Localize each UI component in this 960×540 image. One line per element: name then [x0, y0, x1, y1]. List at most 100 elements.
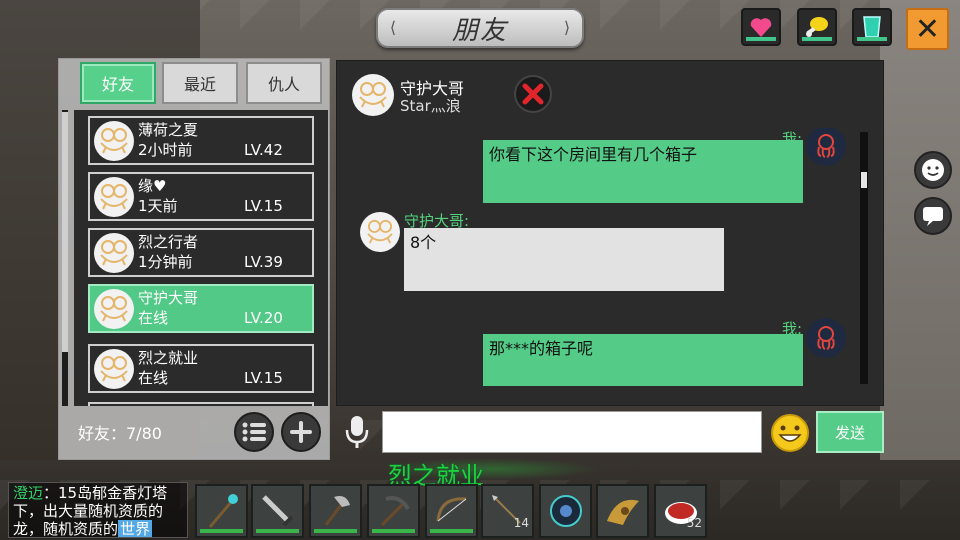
friend-last-seen: 1分钟前: [138, 253, 193, 271]
partner-avatar: [360, 212, 400, 252]
octopus-icon: [817, 326, 835, 350]
send-button[interactable]: 发送: [816, 411, 884, 453]
frog-avatar-icon: [100, 184, 128, 210]
hunger-bar: [802, 37, 832, 41]
message-bubble-mine: 你看下这个房间里有几个箱子: [483, 140, 803, 203]
title-plate: ⟨ 朋友 ⟩: [376, 8, 584, 48]
message-bubble-mine: 那***的箱子呢: [483, 334, 803, 386]
plus-icon: [290, 421, 312, 443]
friend-item[interactable]: 薄荷之夏 2小时前 LV.42: [88, 116, 314, 165]
tab-recent[interactable]: 最近: [162, 62, 238, 104]
friend-count: 好友：7/80: [78, 424, 162, 443]
hotbar-slot[interactable]: 52: [654, 484, 707, 538]
message-input[interactable]: [382, 411, 762, 453]
durability-bar: [372, 529, 415, 533]
hotbar-slot[interactable]: 14: [481, 484, 534, 538]
microphone-icon: [345, 416, 369, 448]
ornament-left-icon: ⟨: [389, 18, 397, 37]
my-avatar: [806, 318, 846, 358]
ornament-right-icon: ⟩: [563, 18, 571, 37]
friend-last-seen: 2小时前: [138, 141, 193, 159]
orb-icon: [549, 495, 582, 527]
friend-name: 守护大哥: [138, 289, 199, 307]
friend-last-seen: 在线: [138, 369, 169, 387]
world-chat-box[interactable]: 澄迈：15岛郁金香灯塔下，出大量随机资质的龙，随机资质的 世界: [8, 482, 188, 538]
friend-list-menu-button[interactable]: [234, 412, 274, 452]
frog-avatar-icon: [100, 296, 128, 322]
list-icon: [242, 422, 266, 442]
avatar: [94, 349, 134, 389]
page-title: 朋友: [451, 15, 508, 46]
cup-icon: [863, 16, 881, 38]
thirst-bar: [857, 37, 887, 41]
tab-enemies[interactable]: 仇人: [246, 62, 322, 104]
expression-button[interactable]: [914, 151, 952, 189]
health-button[interactable]: [741, 8, 781, 46]
friend-level: LV.20: [244, 309, 283, 327]
drumstick-icon: [806, 17, 828, 37]
face-icon: [922, 159, 944, 181]
tab-friends[interactable]: 好友: [80, 62, 156, 104]
frog-avatar-icon: [100, 356, 128, 382]
speech-bubble-icon: [923, 207, 943, 226]
friend-level: LV.15: [244, 369, 283, 387]
voice-button[interactable]: [344, 412, 370, 452]
sword-icon: [261, 495, 293, 527]
hotbar-slot[interactable]: [309, 484, 362, 538]
friend-level: LV.39: [244, 253, 283, 271]
hotbar-slot-selected[interactable]: [251, 484, 304, 538]
durability-bar: [200, 529, 243, 533]
chat-partner-avatar: [352, 74, 394, 116]
chat-bubble-button[interactable]: [914, 197, 952, 235]
item-quantity: 52: [686, 516, 702, 530]
bow-icon: [436, 497, 466, 522]
friend-name: 缘♥: [138, 177, 167, 195]
friend-item-selected[interactable]: 守护大哥 在线 LV.20: [88, 284, 314, 333]
news-sender: 澄迈: [13, 484, 44, 502]
add-friend-button[interactable]: [281, 412, 321, 452]
chat-messages: 我: 你看下这个房间里有几个箱子 守护大哥: 8个 我: 那***的箱子呢: [340, 128, 866, 386]
my-avatar: [806, 128, 846, 166]
friend-item[interactable]: 缘♥ 1天前 LV.15: [88, 172, 314, 221]
avatar: [94, 121, 134, 161]
frog-avatar-icon: [100, 240, 128, 266]
emoji-button[interactable]: [770, 413, 810, 453]
axe-icon: [324, 496, 350, 526]
friend-item-partial[interactable]: [88, 402, 314, 406]
message-bubble-theirs: 8个: [404, 228, 724, 291]
hotbar-slot[interactable]: [367, 484, 420, 538]
health-bar: [746, 37, 776, 41]
friends-scroll-thumb[interactable]: [62, 112, 68, 352]
thirst-button[interactable]: [852, 8, 892, 46]
close-button[interactable]: ✕: [906, 8, 949, 50]
remove-friend-button[interactable]: [514, 75, 552, 113]
friend-item[interactable]: 烈之行者 1分钟前 LV.39: [88, 228, 314, 277]
friend-item[interactable]: 烈之就业 在线 LV.15: [88, 344, 314, 393]
pickaxe-icon: [380, 496, 410, 527]
item-quantity: 14: [513, 516, 529, 530]
hotbar-slot[interactable]: [596, 484, 649, 538]
friend-name: 烈之就业: [138, 349, 199, 367]
frog-avatar-icon: [367, 219, 393, 244]
friend-last-seen: 在线: [138, 309, 169, 327]
hotbar-slot[interactable]: [539, 484, 592, 538]
durability-bar: [314, 529, 357, 533]
friends-list: 薄荷之夏 2小时前 LV.42 缘♥ 1天前 LV.15 烈之行者 1分钟前 L…: [74, 110, 328, 406]
frog-avatar-icon: [100, 128, 128, 154]
red-x-icon: [522, 83, 544, 105]
hunger-button[interactable]: [797, 8, 837, 46]
durability-bar: [256, 529, 299, 533]
news-channel-tag: 世界: [118, 520, 153, 538]
staff-icon: [208, 494, 238, 528]
heart-icon: [750, 18, 772, 37]
friend-last-seen: 1天前: [138, 197, 178, 215]
friend-level: LV.42: [244, 141, 283, 159]
avatar: [94, 289, 134, 329]
friend-name: 烈之行者: [138, 233, 199, 251]
hotbar-slot[interactable]: [425, 484, 478, 538]
avatar: [94, 177, 134, 217]
octopus-icon: [817, 134, 835, 158]
hotbar-slot[interactable]: [195, 484, 248, 538]
durability-bar: [430, 529, 473, 533]
close-icon: ✕: [914, 11, 941, 47]
